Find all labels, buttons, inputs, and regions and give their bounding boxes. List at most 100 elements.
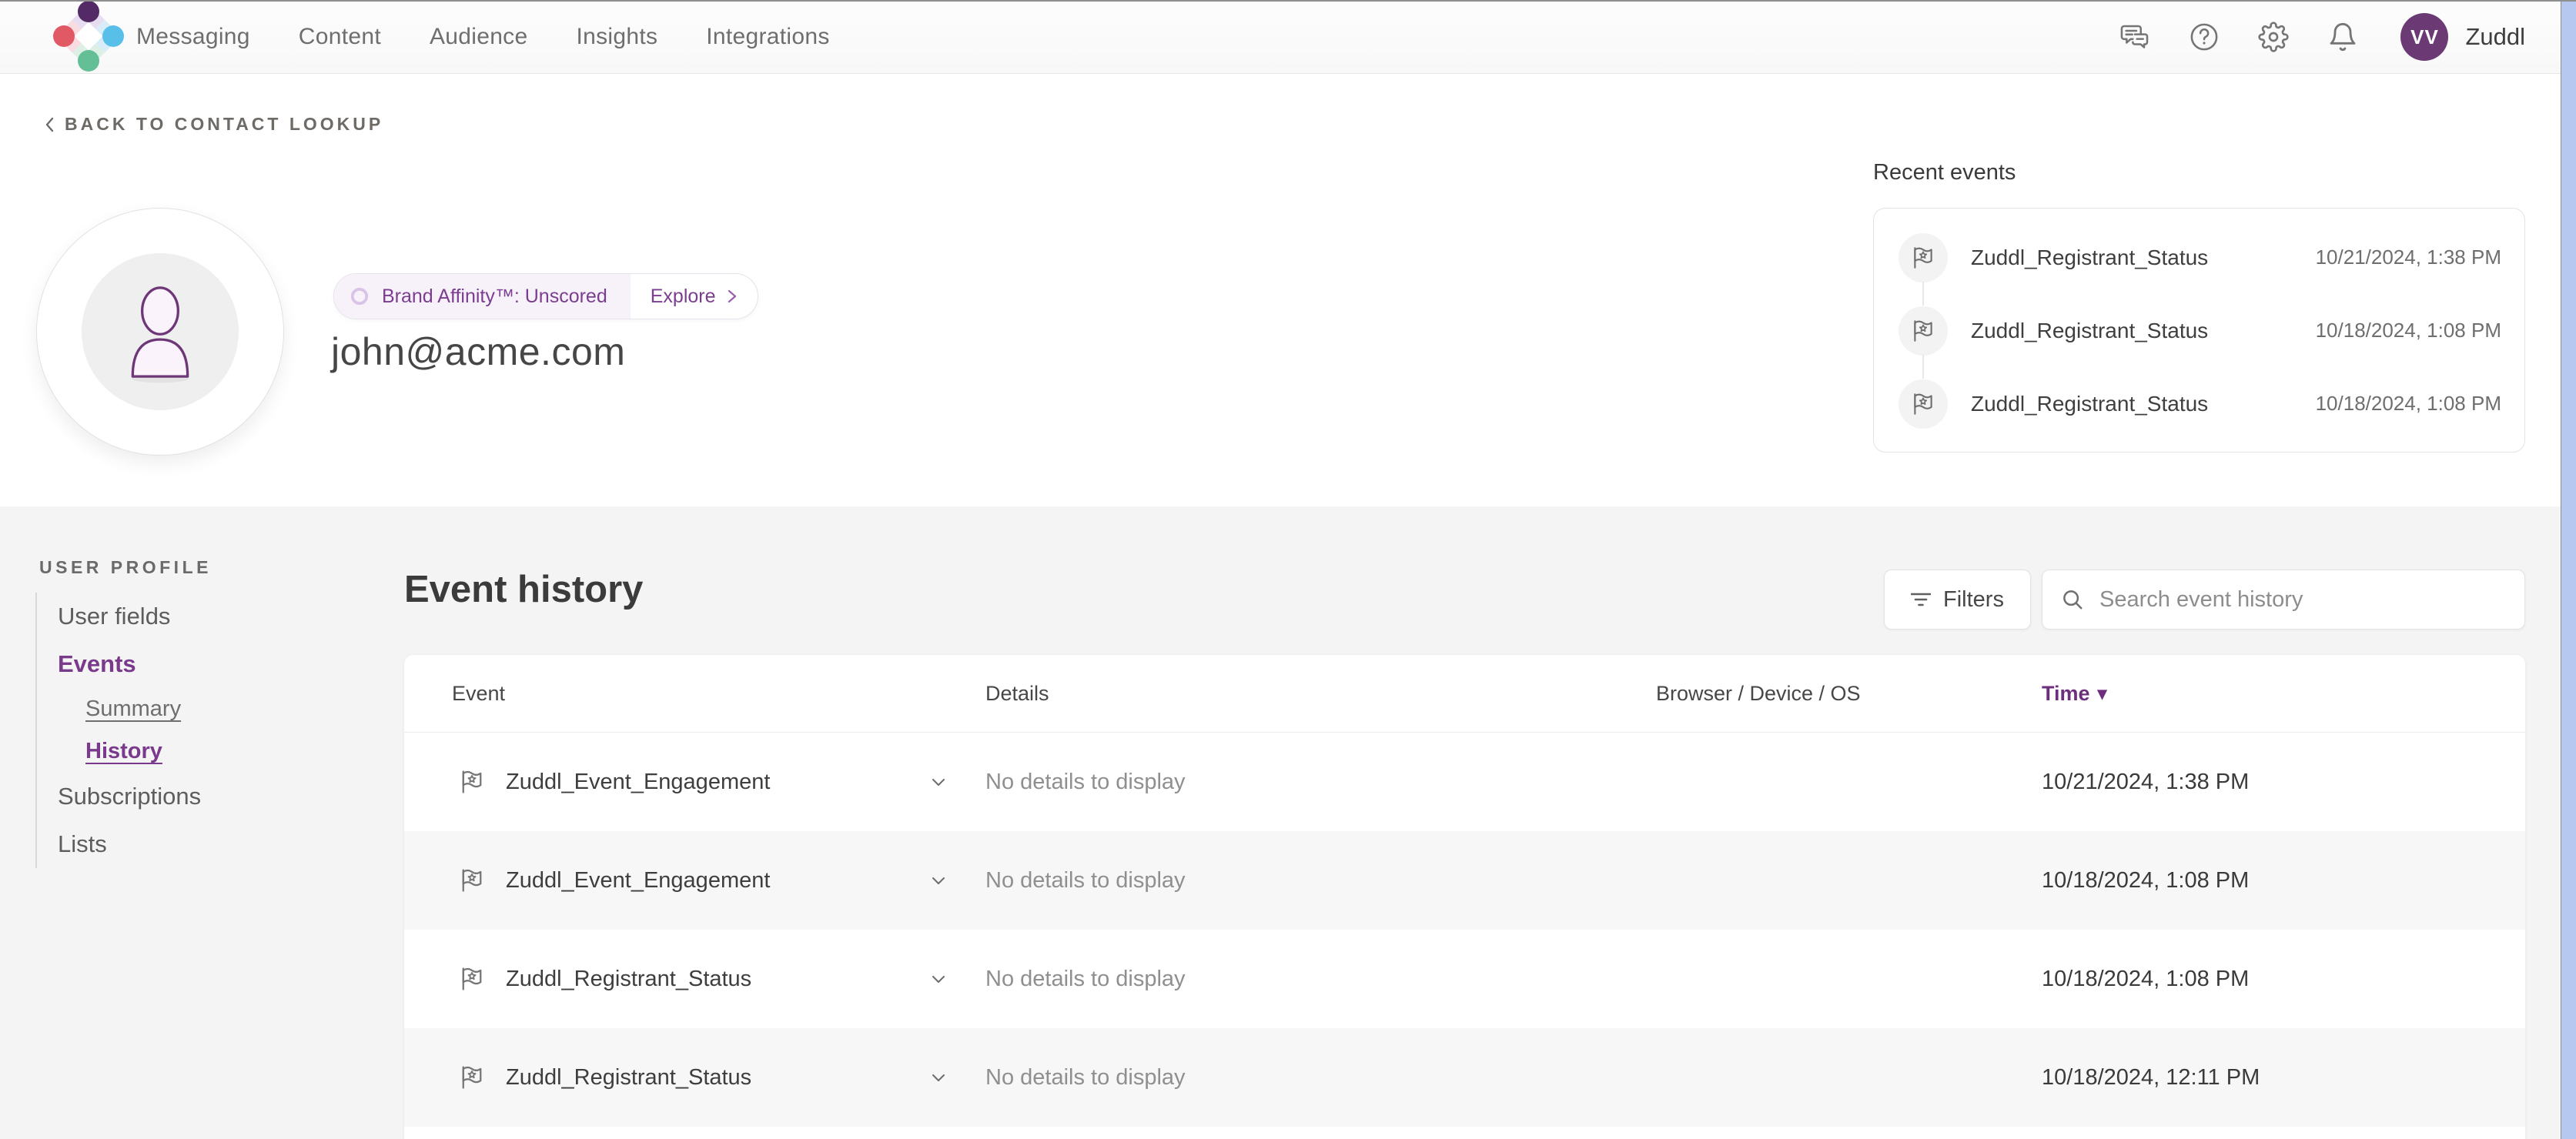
logo-dot-red [53, 25, 75, 47]
window-top-edge [0, 0, 2576, 2]
search-icon [2061, 588, 2084, 611]
feedback-icon[interactable] [2119, 21, 2151, 53]
filters-label: Filters [1943, 587, 2004, 613]
column-header-browser-device-os[interactable]: Browser / Device / OS [1656, 682, 2042, 706]
table-row[interactable]: Zuddl_Event_Engagement No details to dis… [404, 831, 2525, 930]
sidebar-item-label: Lists [58, 830, 107, 858]
recent-events-title: Recent events [1873, 160, 2016, 185]
sidebar-item[interactable]: Events [58, 640, 201, 688]
recent-event-name: Zuddl_Registrant_Status [1971, 246, 2208, 270]
column-header-details[interactable]: Details [985, 682, 1656, 706]
table-body: Zuddl_Event_Engagement No details to dis… [404, 733, 2525, 1127]
recent-event-name: Zuddl_Registrant_Status [1971, 392, 2208, 416]
search-container [2042, 570, 2525, 630]
contact-email-title: john@acme.com [331, 329, 625, 374]
nav-item[interactable]: Audience [430, 24, 528, 50]
event-flag-icon [1899, 233, 1948, 282]
event-flag-icon [1899, 379, 1948, 429]
recent-event-time: 10/18/2024, 1:08 PM [2316, 319, 2501, 342]
sidebar-item[interactable]: Lists [58, 820, 201, 868]
back-link-label: BACK TO CONTACT LOOKUP [65, 114, 383, 135]
sidebar-item-label: Subscriptions [58, 783, 201, 810]
explore-button[interactable]: Explore [631, 274, 758, 319]
nav-item[interactable]: Messaging [136, 24, 250, 50]
event-history-table: Event Details Browser / Device / OS Time… [404, 655, 2525, 1139]
details-cell: No details to display [985, 868, 1656, 893]
settings-icon[interactable] [2257, 21, 2290, 53]
event-cell: Zuddl_Event_Engagement [458, 768, 985, 796]
sidebar-item-label: Events [58, 650, 136, 678]
nav-item[interactable]: Content [299, 24, 381, 50]
logo-dot-purple [78, 1, 99, 22]
brand-affinity-label: Brand Affinity™: Unscored [382, 286, 607, 308]
app-logo-icon[interactable] [54, 2, 123, 71]
nav-item[interactable]: Insights [576, 24, 657, 50]
event-name: Zuddl_Event_Engagement [506, 868, 770, 893]
sidebar-item-label: Summary [85, 696, 181, 722]
recent-event-time: 10/21/2024, 1:38 PM [2316, 246, 2501, 269]
chevron-down-icon [932, 975, 945, 984]
details-cell: No details to display [985, 770, 1656, 795]
event-flag-icon [458, 867, 486, 894]
event-cell: Zuddl_Event_Engagement [458, 867, 985, 894]
event-name: Zuddl_Registrant_Status [506, 1065, 751, 1091]
time-cell: 10/18/2024, 1:08 PM [2042, 967, 2525, 992]
account-avatar[interactable]: VV [2400, 13, 2448, 61]
explore-label: Explore [651, 286, 716, 308]
sidebar-item[interactable]: History [58, 730, 201, 773]
event-cell: Zuddl_Registrant_Status [458, 1064, 985, 1091]
nav-right-group: VV Zuddl [2119, 0, 2525, 74]
profile-avatar-circle [82, 253, 239, 410]
details-cell: No details to display [985, 967, 1656, 992]
sidebar-item[interactable]: Summary [58, 688, 201, 730]
event-flag-icon [458, 768, 486, 796]
recent-event-name: Zuddl_Registrant_Status [1971, 319, 2208, 343]
notifications-icon[interactable] [2327, 21, 2359, 53]
expand-row-button[interactable] [932, 778, 945, 787]
event-flag-icon [458, 1064, 486, 1091]
brand-affinity-badge[interactable]: Brand Affinity™: Unscored Explore [333, 273, 758, 319]
score-ring-icon [350, 286, 370, 306]
table-row[interactable]: Zuddl_Registrant_Status No details to di… [404, 1028, 2525, 1127]
chevron-right-icon [727, 288, 738, 305]
table-header-row: Event Details Browser / Device / OS Time… [404, 655, 2525, 733]
sidebar-section-label: USER PROFILE [39, 557, 212, 578]
brand-affinity-score: Brand Affinity™: Unscored [334, 274, 631, 319]
profile-person-icon [109, 274, 211, 390]
event-cell: Zuddl_Registrant_Status [458, 965, 985, 993]
main-nav: Messaging Content Audience Insights Inte… [136, 0, 830, 74]
search-input[interactable] [2098, 586, 2506, 613]
expand-row-button[interactable] [932, 975, 945, 984]
chevron-left-icon [45, 117, 54, 132]
expand-row-button[interactable] [932, 1074, 945, 1082]
nav-item[interactable]: Integrations [706, 24, 829, 50]
recent-event-row[interactable]: Zuddl_Registrant_Status 10/21/2024, 1:38… [1874, 221, 2524, 294]
table-row[interactable]: Zuddl_Event_Engagement No details to dis… [404, 733, 2525, 831]
time-cell: 10/21/2024, 1:38 PM [2042, 770, 2525, 795]
recent-events-card: Zuddl_Registrant_Status 10/21/2024, 1:38… [1873, 208, 2525, 453]
sidebar-item[interactable]: Subscriptions [58, 773, 201, 820]
page-title: Event history [404, 568, 643, 611]
sidebar-item[interactable]: User fields [58, 593, 201, 640]
top-nav: Messaging Content Audience Insights Inte… [0, 0, 2576, 74]
chevron-down-icon [932, 877, 945, 885]
recent-event-row[interactable]: Zuddl_Registrant_Status 10/18/2024, 1:08… [1874, 367, 2524, 440]
back-to-contact-lookup-link[interactable]: BACK TO CONTACT LOOKUP [45, 114, 383, 135]
filters-button[interactable]: Filters [1884, 570, 2031, 630]
sidebar-item-label: History [85, 739, 162, 764]
logo-dot-green [78, 50, 99, 72]
event-name: Zuddl_Registrant_Status [506, 967, 751, 992]
event-flag-icon [458, 965, 486, 993]
table-row[interactable]: Zuddl_Registrant_Status No details to di… [404, 930, 2525, 1028]
page-scrollbar[interactable] [2561, 0, 2576, 1139]
expand-row-button[interactable] [932, 877, 945, 885]
time-cell: 10/18/2024, 1:08 PM [2042, 868, 2525, 893]
recent-event-time: 10/18/2024, 1:08 PM [2316, 392, 2501, 416]
event-name: Zuddl_Event_Engagement [506, 770, 770, 795]
help-icon[interactable] [2188, 21, 2220, 53]
recent-event-row[interactable]: Zuddl_Registrant_Status 10/18/2024, 1:08… [1874, 294, 2524, 367]
column-header-time-sort[interactable]: Time ▾ [2042, 682, 2525, 706]
details-cell: No details to display [985, 1065, 1656, 1091]
column-header-event[interactable]: Event [452, 682, 985, 706]
time-header-label: Time [2042, 682, 2090, 706]
